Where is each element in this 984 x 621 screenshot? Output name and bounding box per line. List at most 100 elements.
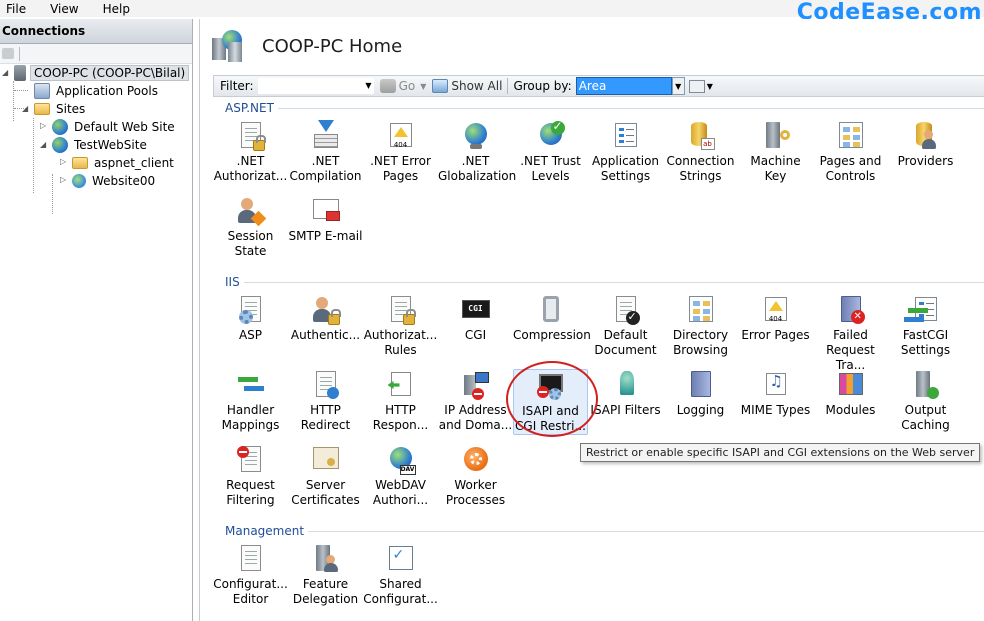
feature-cgi[interactable]: CGI CGI — [438, 294, 513, 343]
feature-configuration-editor[interactable]: Configurat... Editor — [213, 543, 288, 607]
machine-key-icon — [760, 120, 792, 152]
collapse-icon[interactable]: ◢ — [22, 104, 30, 113]
tree-node-aspnet-client[interactable]: ▷ aspnet_client — [60, 154, 176, 172]
group-by-dropdown-icon[interactable]: ▼ — [671, 77, 685, 95]
tree-node-sites[interactable]: ◢ Sites — [22, 100, 87, 118]
feature-shared-configuration[interactable]: Shared Configurat... — [363, 543, 438, 607]
feature-error-pages[interactable]: 404 Error Pages — [738, 294, 813, 343]
feature-delegation-icon — [310, 543, 342, 575]
feature-net-authorization[interactable]: .NET Authorizat... — [213, 120, 288, 184]
shared-configuration-icon — [385, 543, 417, 575]
worker-processes-icon — [460, 444, 492, 476]
connections-tree: ◢ COOP-PC (COOP-PC\Bilal) Application Po… — [0, 64, 192, 604]
collapse-icon[interactable]: ◢ — [2, 68, 10, 77]
net-compilation-icon — [310, 120, 342, 152]
view-mode-dropdown-icon[interactable]: ▼ — [707, 82, 713, 91]
group-by-select[interactable]: Area — [575, 77, 672, 95]
binoculars-icon — [379, 79, 396, 93]
feature-http-redirect[interactable]: HTTP Redirect — [288, 369, 363, 433]
feature-authorization-rules[interactable]: Authorizat... Rules — [363, 294, 438, 358]
feature-handler-mappings[interactable]: Handler Mappings — [213, 369, 288, 433]
connect-icon[interactable] — [2, 48, 14, 59]
feature-net-globalization[interactable]: .NET Globalization — [438, 120, 516, 184]
go-button[interactable]: Go ▼ — [379, 79, 426, 93]
go-dropdown-icon[interactable]: ▼ — [420, 82, 426, 91]
feature-server-certificates[interactable]: Server Certificates — [288, 444, 363, 508]
tree-node-app-pools[interactable]: Application Pools — [34, 82, 160, 100]
feature-ip-address-domain[interactable]: IP Address and Doma... — [438, 369, 513, 433]
modules-icon — [835, 369, 867, 401]
feature-compression[interactable]: Compression — [513, 294, 591, 343]
collapse-icon[interactable]: ◢ — [40, 140, 48, 149]
connections-pane: Connections ◢ COOP-PC (COOP-PC\Bilal) Ap… — [0, 19, 193, 621]
feature-webdav-authoring[interactable]: DAV WebDAV Authori... — [363, 444, 438, 508]
website-globe-icon — [52, 119, 68, 135]
feature-authentication[interactable]: Authentic... — [288, 294, 363, 343]
feature-providers[interactable]: Providers — [888, 120, 963, 169]
server-home-icon — [212, 30, 246, 64]
feature-net-error-pages[interactable]: 404 .NET Error Pages — [363, 120, 438, 184]
feature-default-document[interactable]: Default Document — [588, 294, 663, 358]
feature-asp[interactable]: ASP — [213, 294, 288, 343]
connections-title: Connections — [0, 19, 192, 44]
feature-application-settings[interactable]: Application Settings — [588, 120, 663, 184]
expand-icon[interactable]: ▷ — [60, 157, 68, 166]
http-response-headers-icon — [385, 369, 417, 401]
smtp-email-icon — [310, 195, 342, 227]
tree-node-website00[interactable]: ▷ Website00 — [60, 172, 157, 190]
filter-bar: Filter: ▼ Go ▼ Show All Group by: Area ▼… — [213, 75, 984, 97]
feature-http-response-headers[interactable]: HTTP Respon... — [363, 369, 438, 433]
application-pools-icon — [34, 83, 50, 99]
filter-dropdown-icon[interactable]: ▼ — [365, 81, 371, 90]
expand-icon[interactable]: ▷ — [40, 121, 48, 130]
menu-view[interactable]: View — [50, 2, 78, 16]
providers-icon — [910, 120, 942, 152]
website-globe-icon — [52, 137, 68, 153]
feature-modules[interactable]: Modules — [813, 369, 888, 418]
feature-pages-and-controls[interactable]: Pages and Controls — [813, 120, 888, 184]
feature-net-compilation[interactable]: .NET Compilation — [288, 120, 363, 184]
tree-line — [33, 118, 34, 193]
tree-line — [13, 81, 14, 121]
webdav-authoring-icon: DAV — [385, 444, 417, 476]
feature-mime-types[interactable]: MIME Types — [738, 369, 813, 418]
feature-machine-key[interactable]: Machine Key — [738, 120, 813, 184]
feature-worker-processes[interactable]: Worker Processes — [438, 444, 513, 508]
tree-node-test-site[interactable]: ◢ TestWebSite — [40, 136, 149, 154]
web-application-icon — [72, 174, 86, 188]
feature-net-trust-levels[interactable]: .NET Trust Levels — [513, 119, 588, 184]
default-document-icon — [610, 294, 642, 326]
tree-node-default-site[interactable]: ▷ Default Web Site — [40, 118, 177, 136]
feature-output-caching[interactable]: Output Caching — [888, 369, 963, 433]
output-caching-icon — [910, 369, 942, 401]
feature-feature-delegation[interactable]: Feature Delegation — [288, 543, 363, 607]
annotation-circle — [506, 361, 598, 437]
filter-input[interactable]: ▼ — [257, 78, 374, 94]
feature-fastcgi-settings[interactable]: FastCGI Settings — [888, 294, 963, 358]
menu-file[interactable]: File — [6, 2, 26, 16]
expand-icon[interactable]: ▷ — [60, 175, 68, 184]
filter-label: Filter: — [220, 79, 254, 93]
mime-types-icon — [760, 369, 792, 401]
net-authorization-icon — [235, 120, 267, 152]
cgi-icon: CGI — [460, 294, 492, 326]
feature-smtp-email[interactable]: SMTP E-mail — [288, 195, 363, 244]
feature-connection-strings[interactable]: ab Connection Strings — [663, 120, 738, 184]
tree-node-server[interactable]: ◢ COOP-PC (COOP-PC\Bilal) — [2, 64, 190, 82]
feature-logging[interactable]: Logging — [663, 369, 738, 418]
page-header: COOP-PC Home — [200, 19, 984, 75]
feature-request-filtering[interactable]: Request Filtering — [213, 444, 288, 508]
show-all-button[interactable]: Show All — [432, 79, 502, 93]
feature-directory-browsing[interactable]: Directory Browsing — [663, 294, 738, 358]
tree-line — [52, 174, 53, 214]
feature-session-state[interactable]: Session State — [213, 195, 288, 259]
view-mode-icon[interactable] — [688, 79, 705, 93]
menu-help[interactable]: Help — [103, 2, 130, 16]
authentication-icon — [310, 294, 342, 326]
section-header-management: Management — [225, 524, 984, 538]
group-by-label: Group by: — [513, 79, 572, 93]
page-title: COOP-PC Home — [262, 36, 403, 57]
feature-isapi-filters[interactable]: ISAPI Filters — [588, 369, 663, 418]
directory-browsing-icon — [685, 294, 717, 326]
feature-failed-request-tracing[interactable]: Failed Request Tra... — [813, 294, 888, 373]
